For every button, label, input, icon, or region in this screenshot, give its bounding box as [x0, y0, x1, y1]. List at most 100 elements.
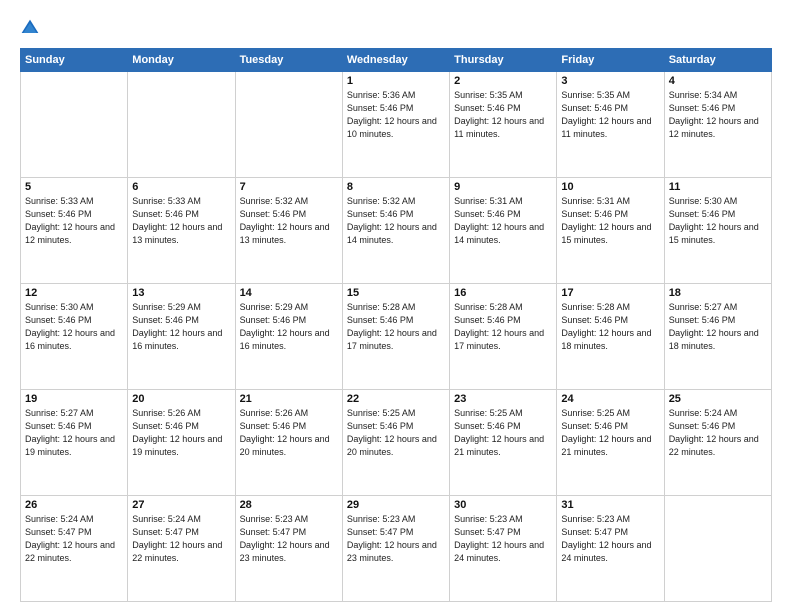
day-info: Sunrise: 5:28 AM Sunset: 5:46 PM Dayligh… [347, 301, 445, 353]
weekday-header-monday: Monday [128, 49, 235, 72]
calendar-cell: 2 Sunrise: 5:35 AM Sunset: 5:46 PM Daylig… [450, 72, 557, 178]
day-info: Sunrise: 5:32 AM Sunset: 5:46 PM Dayligh… [240, 195, 338, 247]
day-number: 30 [454, 499, 552, 511]
day-info: Sunrise: 5:27 AM Sunset: 5:46 PM Dayligh… [25, 407, 123, 459]
day-number: 24 [561, 393, 659, 405]
day-number: 27 [132, 499, 230, 511]
day-number: 12 [25, 287, 123, 299]
day-number: 1 [347, 75, 445, 87]
calendar-body: 1 Sunrise: 5:36 AM Sunset: 5:46 PM Daylig… [21, 72, 772, 602]
day-info: Sunrise: 5:24 AM Sunset: 5:47 PM Dayligh… [25, 513, 123, 565]
page: SundayMondayTuesdayWednesdayThursdayFrid… [0, 0, 792, 612]
calendar-cell: 25Sunrise: 5:24 AM Sunset: 5:46 PM Dayli… [664, 390, 771, 496]
day-number: 18 [669, 287, 767, 299]
week-row-4: 19 Sunrise: 5:27 AM Sunset: 5:46 PM Dayli… [21, 390, 772, 496]
day-info: Sunrise: 5:23 AM Sunset: 5:47 PM Dayligh… [454, 513, 552, 565]
day-info: Sunrise: 5:30 AM Sunset: 5:46 PM Dayligh… [25, 301, 123, 353]
day-number: 3 [561, 75, 659, 87]
calendar-cell: 19 Sunrise: 5:27 AM Sunset: 5:46 PM Dayli… [21, 390, 128, 496]
day-number: 23 [454, 393, 552, 405]
weekday-header-tuesday: Tuesday [235, 49, 342, 72]
calendar-cell: 4 Sunrise: 5:34 AM Sunset: 5:46 PM Daylig… [664, 72, 771, 178]
calendar-cell: 12 Sunrise: 5:30 AM Sunset: 5:46 PM Dayli… [21, 284, 128, 390]
day-number: 14 [240, 287, 338, 299]
day-info: Sunrise: 5:23 AM Sunset: 5:47 PM Dayligh… [240, 513, 338, 565]
calendar-cell: 5 Sunrise: 5:33 AM Sunset: 5:46 PM Daylig… [21, 178, 128, 284]
weekday-header-wednesday: Wednesday [342, 49, 449, 72]
day-info: Sunrise: 5:25 AM Sunset: 5:46 PM Dayligh… [454, 407, 552, 459]
calendar-cell: 29 Sunrise: 5:23 AM Sunset: 5:47 PM Dayli… [342, 496, 449, 602]
day-number: 19 [25, 393, 123, 405]
day-info: Sunrise: 5:25 AM Sunset: 5:46 PM Dayligh… [561, 407, 659, 459]
day-number: 15 [347, 287, 445, 299]
logo-icon [20, 18, 40, 38]
day-info: Sunrise: 5:36 AM Sunset: 5:46 PM Dayligh… [347, 89, 445, 141]
day-info: Sunrise: 5:32 AM Sunset: 5:46 PM Dayligh… [347, 195, 445, 247]
day-number: 4 [669, 75, 767, 87]
calendar-cell [21, 72, 128, 178]
day-info: Sunrise: 5:23 AM Sunset: 5:47 PM Dayligh… [561, 513, 659, 565]
calendar-cell: 18 Sunrise: 5:27 AM Sunset: 5:46 PM Dayli… [664, 284, 771, 390]
day-info: Sunrise: 5:31 AM Sunset: 5:46 PM Dayligh… [561, 195, 659, 247]
day-number: 17 [561, 287, 659, 299]
calendar-cell: 28 Sunrise: 5:23 AM Sunset: 5:47 PM Dayli… [235, 496, 342, 602]
day-info: Sunrise: 5:33 AM Sunset: 5:46 PM Dayligh… [132, 195, 230, 247]
calendar-cell: 20Sunrise: 5:26 AM Sunset: 5:46 PM Dayli… [128, 390, 235, 496]
day-info: Sunrise: 5:28 AM Sunset: 5:46 PM Dayligh… [454, 301, 552, 353]
calendar-cell: 21 Sunrise: 5:26 AM Sunset: 5:46 PM Dayli… [235, 390, 342, 496]
day-info: Sunrise: 5:35 AM Sunset: 5:46 PM Dayligh… [454, 89, 552, 141]
day-info: Sunrise: 5:28 AM Sunset: 5:46 PM Dayligh… [561, 301, 659, 353]
calendar-cell: 14 Sunrise: 5:29 AM Sunset: 5:46 PM Dayli… [235, 284, 342, 390]
calendar-cell: 22 Sunrise: 5:25 AM Sunset: 5:46 PM Dayli… [342, 390, 449, 496]
day-number: 9 [454, 181, 552, 193]
day-number: 6 [132, 181, 230, 193]
week-row-2: 5 Sunrise: 5:33 AM Sunset: 5:46 PM Daylig… [21, 178, 772, 284]
day-info: Sunrise: 5:35 AM Sunset: 5:46 PM Dayligh… [561, 89, 659, 141]
calendar-cell: 30 Sunrise: 5:23 AM Sunset: 5:47 PM Dayli… [450, 496, 557, 602]
day-info: Sunrise: 5:23 AM Sunset: 5:47 PM Dayligh… [347, 513, 445, 565]
day-info: Sunrise: 5:24 AM Sunset: 5:46 PM Dayligh… [669, 407, 767, 459]
logo [20, 18, 44, 38]
calendar-cell: 9Sunrise: 5:31 AM Sunset: 5:46 PM Daylig… [450, 178, 557, 284]
calendar-table: SundayMondayTuesdayWednesdayThursdayFrid… [20, 48, 772, 602]
day-number: 26 [25, 499, 123, 511]
week-row-5: 26 Sunrise: 5:24 AM Sunset: 5:47 PM Dayli… [21, 496, 772, 602]
header [20, 18, 772, 38]
day-info: Sunrise: 5:29 AM Sunset: 5:46 PM Dayligh… [240, 301, 338, 353]
calendar-cell [128, 72, 235, 178]
day-info: Sunrise: 5:25 AM Sunset: 5:46 PM Dayligh… [347, 407, 445, 459]
day-info: Sunrise: 5:34 AM Sunset: 5:46 PM Dayligh… [669, 89, 767, 141]
calendar-cell: 23 Sunrise: 5:25 AM Sunset: 5:46 PM Dayli… [450, 390, 557, 496]
day-number: 29 [347, 499, 445, 511]
day-number: 31 [561, 499, 659, 511]
calendar-cell: 7 Sunrise: 5:32 AM Sunset: 5:46 PM Daylig… [235, 178, 342, 284]
calendar-cell: 1 Sunrise: 5:36 AM Sunset: 5:46 PM Daylig… [342, 72, 449, 178]
day-number: 13 [132, 287, 230, 299]
calendar-cell: 31 Sunrise: 5:23 AM Sunset: 5:47 PM Dayli… [557, 496, 664, 602]
day-info: Sunrise: 5:29 AM Sunset: 5:46 PM Dayligh… [132, 301, 230, 353]
day-number: 22 [347, 393, 445, 405]
day-number: 20 [132, 393, 230, 405]
day-number: 10 [561, 181, 659, 193]
day-number: 2 [454, 75, 552, 87]
day-info: Sunrise: 5:30 AM Sunset: 5:46 PM Dayligh… [669, 195, 767, 247]
day-info: Sunrise: 5:27 AM Sunset: 5:46 PM Dayligh… [669, 301, 767, 353]
weekday-header-thursday: Thursday [450, 49, 557, 72]
day-info: Sunrise: 5:33 AM Sunset: 5:46 PM Dayligh… [25, 195, 123, 247]
calendar-cell: 8 Sunrise: 5:32 AM Sunset: 5:46 PM Daylig… [342, 178, 449, 284]
calendar-cell: 27Sunrise: 5:24 AM Sunset: 5:47 PM Dayli… [128, 496, 235, 602]
weekday-header-row: SundayMondayTuesdayWednesdayThursdayFrid… [21, 49, 772, 72]
day-number: 7 [240, 181, 338, 193]
day-number: 8 [347, 181, 445, 193]
week-row-1: 1 Sunrise: 5:36 AM Sunset: 5:46 PM Daylig… [21, 72, 772, 178]
calendar-cell: 13 Sunrise: 5:29 AM Sunset: 5:46 PM Dayli… [128, 284, 235, 390]
day-number: 21 [240, 393, 338, 405]
calendar-cell: 6 Sunrise: 5:33 AM Sunset: 5:46 PM Daylig… [128, 178, 235, 284]
day-number: 5 [25, 181, 123, 193]
day-number: 28 [240, 499, 338, 511]
calendar-header: SundayMondayTuesdayWednesdayThursdayFrid… [21, 49, 772, 72]
calendar-cell: 3 Sunrise: 5:35 AM Sunset: 5:46 PM Daylig… [557, 72, 664, 178]
calendar-cell: 10 Sunrise: 5:31 AM Sunset: 5:46 PM Dayli… [557, 178, 664, 284]
week-row-3: 12 Sunrise: 5:30 AM Sunset: 5:46 PM Dayli… [21, 284, 772, 390]
day-info: Sunrise: 5:26 AM Sunset: 5:46 PM Dayligh… [240, 407, 338, 459]
